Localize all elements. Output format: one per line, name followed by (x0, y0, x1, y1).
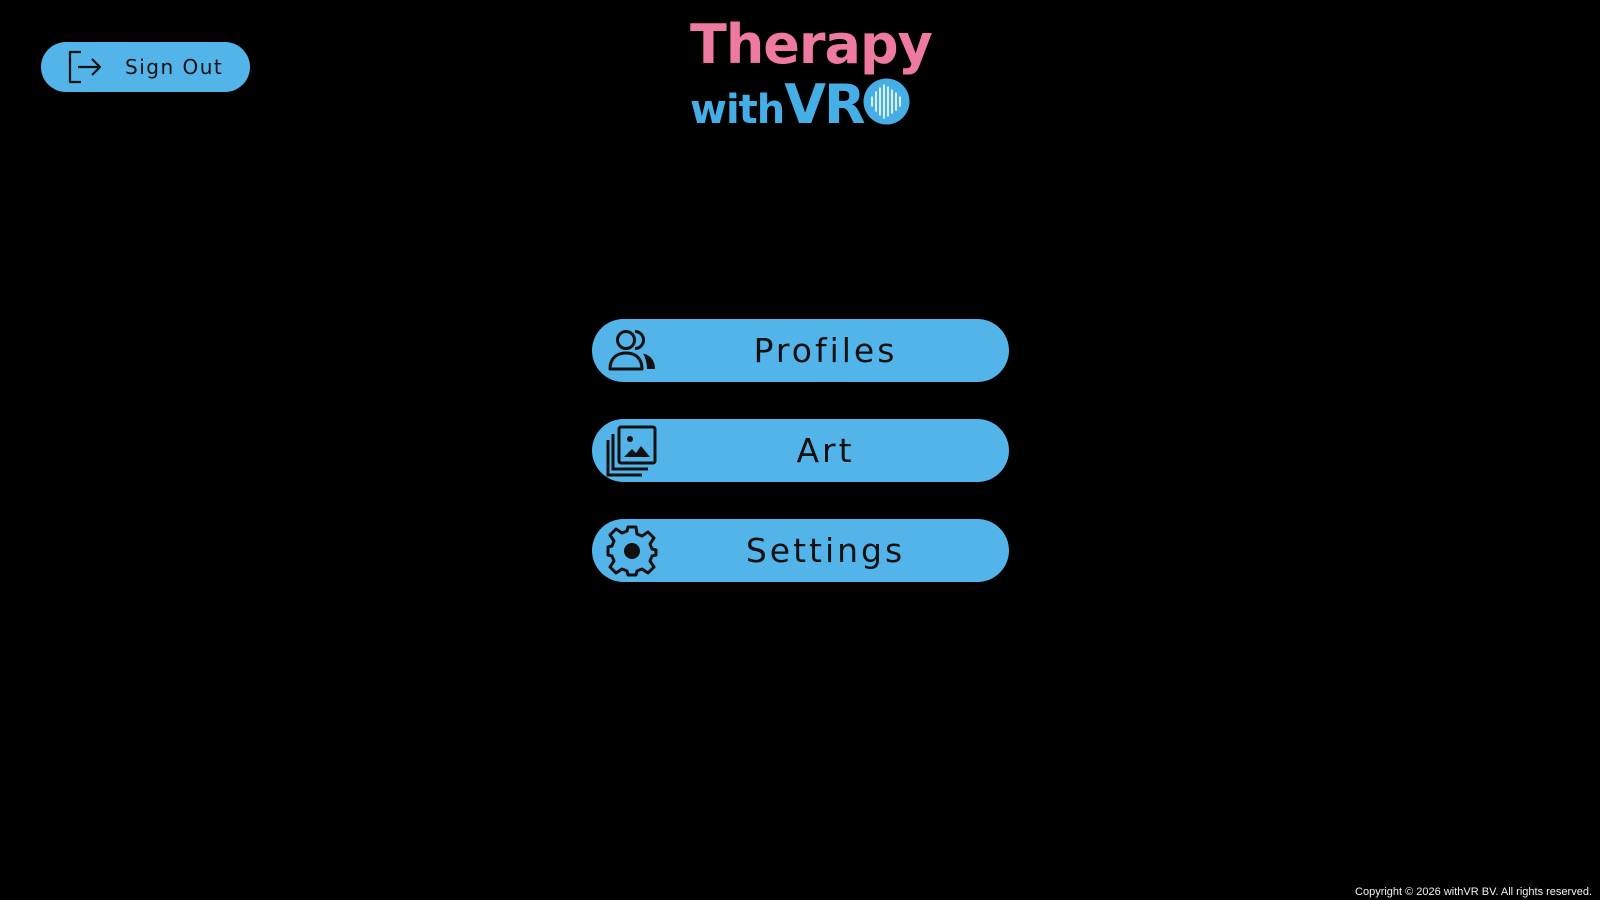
art-button[interactable]: Art (592, 419, 1009, 482)
settings-label: Settings (745, 531, 906, 570)
profiles-button[interactable]: Profiles (592, 319, 1009, 382)
sign-out-icon (67, 50, 103, 84)
sound-wave-badge-icon (863, 78, 910, 125)
art-label: Art (796, 431, 855, 470)
logo-with-text: with (690, 87, 785, 133)
profiles-label: Profiles (753, 331, 898, 370)
main-menu-page: Sign Out Therapy withVR Profiles Art Set… (0, 0, 1600, 900)
logo-withvr-text: withVR (690, 72, 866, 151)
sign-out-button[interactable]: Sign Out (41, 42, 250, 92)
sign-out-label: Sign Out (125, 55, 224, 79)
logo-therapy-text: Therapy (690, 13, 933, 76)
logo-vr-text: VR (784, 73, 865, 136)
settings-button[interactable]: Settings (592, 519, 1009, 582)
copyright-text: Copyright © 2026 withVR BV. All rights r… (1355, 886, 1592, 898)
therapy-with-vr-logo: Therapy withVR (690, 14, 933, 137)
